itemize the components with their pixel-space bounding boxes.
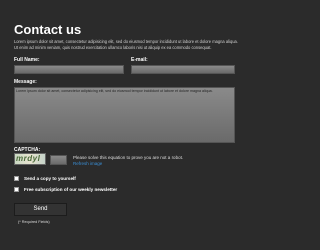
captcha-image: mrdyl <box>14 153 46 165</box>
newsletter-label: Free subscription of our weekly newslett… <box>24 187 118 192</box>
captcha-hint: Please solve this equation to prove you … <box>73 155 184 160</box>
message-textarea[interactable] <box>14 87 235 143</box>
full-name-field[interactable] <box>14 65 124 74</box>
send-copy-checkbox[interactable] <box>14 176 19 181</box>
message-label: Message: <box>14 79 37 85</box>
refresh-image-link[interactable]: Refresh image <box>73 161 102 166</box>
message-value: Lorem ipsum dolor sit amet, consectetur … <box>16 89 213 93</box>
send-copy-label: Send a copy to yourself <box>24 176 76 181</box>
email-label: E-mail: <box>131 57 148 63</box>
newsletter-checkbox[interactable] <box>14 187 19 192</box>
email-field[interactable] <box>131 65 235 74</box>
send-button[interactable]: Send <box>14 203 67 216</box>
required-fields-note: (* Required Fields) <box>18 220 50 224</box>
page-title: Contact us <box>14 22 82 37</box>
intro-text: Lorem ipsum dolor sit amet, consectetur … <box>14 39 238 50</box>
captcha-input[interactable] <box>50 155 67 165</box>
captcha-code: mrdyl <box>16 154 41 163</box>
full-name-label: Full Name: <box>14 57 40 63</box>
